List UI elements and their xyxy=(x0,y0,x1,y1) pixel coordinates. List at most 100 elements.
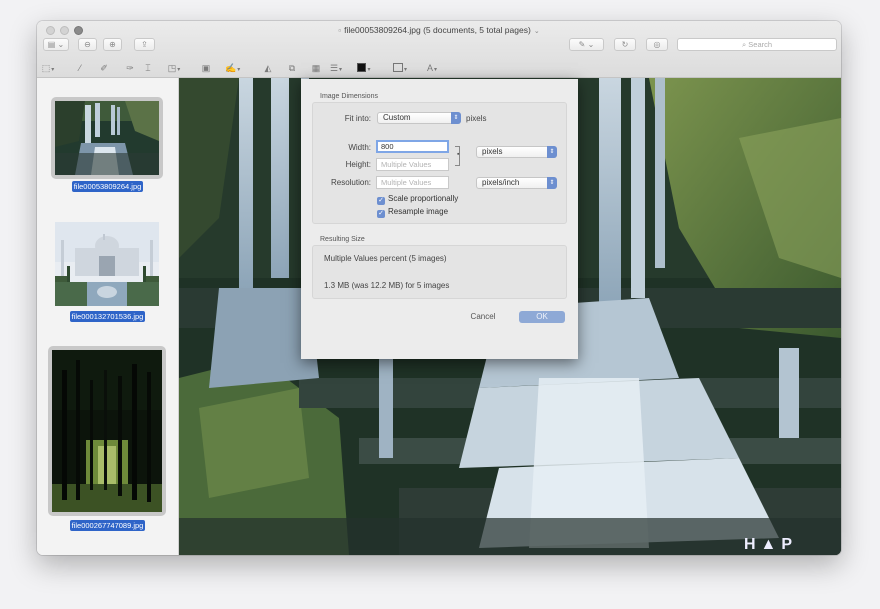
sketch-icon: ✐ xyxy=(100,63,108,73)
text-style-icon: A xyxy=(426,63,433,73)
fill-color-icon xyxy=(393,63,403,72)
resample-label: Resample image xyxy=(388,207,449,216)
fill-color-tool[interactable]: ▾ xyxy=(393,62,407,75)
annotate-icon: ◎ xyxy=(653,40,661,49)
zoom-in-icon: ⊕ xyxy=(109,40,116,49)
height-placeholder: Multiple Values xyxy=(381,160,432,169)
result-size-text: 1.3 MB (was 12.2 MB) for 5 images xyxy=(324,281,450,290)
markup-toggle-button[interactable]: ✎ ⌄ xyxy=(569,38,604,51)
rect-select-icon: ⬚ xyxy=(41,63,51,73)
image-dimensions-group: Fit into: Custom ⇕ pixels Width: 800 Hei… xyxy=(312,102,567,224)
resolution-placeholder: Multiple Values xyxy=(381,178,432,187)
draw-tool[interactable]: ✑ xyxy=(123,62,137,75)
border-color-tool[interactable]: ▾ xyxy=(357,62,371,75)
forest-thumbnail-image xyxy=(52,350,162,512)
thumbnail-sidebar: file00053809264.jpg file000132701536.jpg… xyxy=(37,78,179,555)
rotate-icon: ↻ xyxy=(621,40,629,49)
chevron-down-icon: ⌄ xyxy=(533,28,540,35)
resolution-unit-popup[interactable]: pixels/inch ⇕ xyxy=(476,177,557,189)
zoom-out-button[interactable]: ⊖ xyxy=(78,38,97,51)
text-tool[interactable]: ▣ xyxy=(199,62,213,75)
text-cursor-icon: ⌶ xyxy=(145,63,151,73)
rotate-button[interactable]: ↻ xyxy=(614,38,636,51)
window-title[interactable]: ▫ file00053809264.jpg (5 documents, 5 tot… xyxy=(37,25,841,35)
sign-tool[interactable]: ✍▾ xyxy=(225,62,240,75)
taj-mahal-thumbnail-image xyxy=(55,222,159,306)
cancel-button[interactable]: Cancel xyxy=(459,311,507,323)
signature-icon: ✍ xyxy=(225,63,237,73)
image-dimensions-title: Image Dimensions xyxy=(320,93,378,100)
text-style-tool[interactable]: A▾ xyxy=(425,62,439,75)
lock-icon: ▪ xyxy=(457,151,460,158)
share-button[interactable]: ⇪ xyxy=(134,38,155,51)
adjust-color-icon: ◭ xyxy=(264,63,272,73)
thumbnail-waterfall[interactable] xyxy=(51,97,163,179)
width-field[interactable]: 800 xyxy=(376,140,449,153)
fit-into-label: Fit into: xyxy=(344,114,371,123)
text-selection-tool[interactable]: ⌶ xyxy=(141,62,155,75)
resolution-label: Resolution: xyxy=(330,178,371,187)
title-bar: ▫ file00053809264.jpg (5 documents, 5 tot… xyxy=(37,21,841,78)
resulting-size-title: Resulting Size xyxy=(320,236,365,243)
window-title-text: file00053809264.jpg (5 documents, 5 tota… xyxy=(344,25,531,35)
instant-alpha-tool[interactable]: ⁄ xyxy=(73,62,87,75)
adjust-size-tool[interactable]: ⧉ xyxy=(285,62,299,75)
thumbnail-label[interactable]: file00053809264.jpg xyxy=(37,181,178,192)
popup-arrows-icon: ⇕ xyxy=(547,177,557,189)
thumbnail-taj-mahal[interactable] xyxy=(51,218,163,310)
checkmark-icon: ✓ xyxy=(377,210,385,218)
pen-icon: ✎ ⌄ xyxy=(578,40,595,49)
height-field[interactable]: Multiple Values xyxy=(376,158,449,171)
shapes-tool[interactable]: ◳▾ xyxy=(167,62,181,75)
popup-arrows-icon: ⇕ xyxy=(547,146,557,158)
size-unit-popup[interactable]: pixels ⇕ xyxy=(476,146,557,158)
height-label: Height: xyxy=(345,160,371,169)
sidebar-view-icon: ▤ ⌄ xyxy=(47,40,65,49)
zoom-in-button[interactable]: ⊕ xyxy=(103,38,122,51)
text-box-icon: ▣ xyxy=(201,63,211,73)
shapes-icon: ◳ xyxy=(167,63,177,73)
draw-icon: ✑ xyxy=(126,63,134,73)
size-unit-value: pixels xyxy=(482,147,503,156)
thumbnail-label[interactable]: file000267747089.jpg xyxy=(37,520,178,531)
search-placeholder: Search xyxy=(748,40,773,49)
watermark-text: H▲P xyxy=(744,536,798,553)
line-style-icon: ☰ xyxy=(329,63,339,73)
thumbnail-label[interactable]: file000132701536.jpg xyxy=(37,311,178,322)
result-percent-text: Multiple Values percent (5 images) xyxy=(324,254,447,263)
sketch-tool[interactable]: ✐ xyxy=(97,62,111,75)
thumbnail-label-text: file000132701536.jpg xyxy=(69,311,146,322)
thumbnail-label-text: file00053809264.jpg xyxy=(71,181,144,192)
document-icon: ▫ xyxy=(338,26,342,35)
search-field[interactable]: ⌕ Search xyxy=(677,38,837,51)
annotate-button[interactable]: ◎ xyxy=(646,38,668,51)
scale-proportionally-checkbox[interactable]: ✓ Scale proportionally xyxy=(377,194,458,205)
border-color-icon xyxy=(357,63,367,72)
checkmark-icon: ✓ xyxy=(377,197,385,205)
zoom-out-icon: ⊖ xyxy=(84,40,91,49)
ok-button[interactable]: OK xyxy=(519,311,565,323)
share-icon: ⇪ xyxy=(141,40,148,49)
view-menu-button[interactable]: ▤ ⌄ xyxy=(43,38,69,51)
width-value: 800 xyxy=(381,142,394,151)
preview-window: ▫ file00053809264.jpg (5 documents, 5 tot… xyxy=(37,21,841,555)
shape-style-tool[interactable]: ▦ xyxy=(309,62,323,75)
thumbnail-forest[interactable] xyxy=(48,346,166,516)
resolution-field[interactable]: Multiple Values xyxy=(376,176,449,189)
resample-image-checkbox[interactable]: ✓ Resample image xyxy=(377,207,448,218)
thumbnail-label-text: file000267747089.jpg xyxy=(69,520,146,531)
adjust-size-dialog: Image Dimensions Fit into: Custom ⇕ pixe… xyxy=(301,79,578,359)
crop-icon: ⧉ xyxy=(288,63,296,73)
shape-style-icon: ▦ xyxy=(311,63,321,73)
line-style-tool[interactable]: ☰▾ xyxy=(329,62,343,75)
fit-into-value: Custom xyxy=(383,113,411,122)
fit-into-popup[interactable]: Custom ⇕ xyxy=(377,112,461,124)
resolution-unit-value: pixels/inch xyxy=(482,178,520,187)
markup-toolbar: ⬚▾ ⁄ ✐ ✑ ⌶ ◳▾ ▣ ✍▾ ◭ ⧉ ▦ ☰▾ ▾ ▾ A▾ xyxy=(37,61,841,77)
selection-tool[interactable]: ⬚▾ xyxy=(41,62,55,75)
magic-wand-icon: ⁄ xyxy=(79,63,81,73)
popup-arrows-icon: ⇕ xyxy=(451,112,461,124)
width-label: Width: xyxy=(348,143,371,152)
waterfall-thumbnail-image xyxy=(55,101,159,175)
adjust-color-tool[interactable]: ◭ xyxy=(261,62,275,75)
